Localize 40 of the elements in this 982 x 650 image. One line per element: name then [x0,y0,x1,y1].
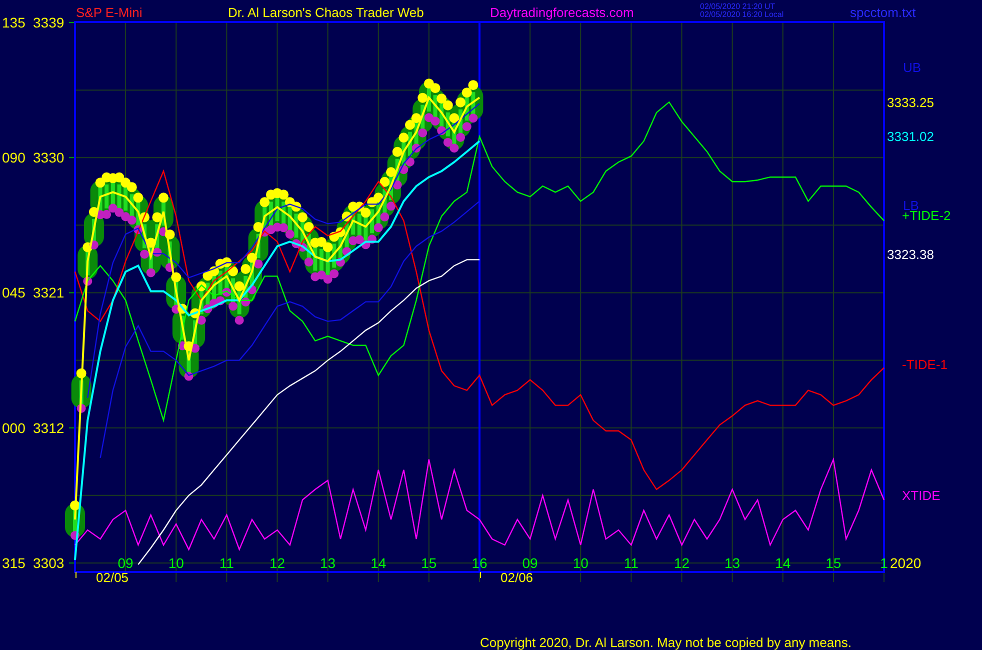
axis-label: 13 [320,555,336,571]
axis-label: 09 [118,555,134,571]
hour-label: 12 [674,555,690,571]
axis-label: 10 [168,555,184,571]
axis-label: 3339 [33,14,64,30]
legend-label: 3333.25 [887,95,934,110]
site-title: Dr. Al Larson's Chaos Trader Web [228,5,424,20]
file-name: spcctom.txt [850,5,916,20]
legend-label: -TIDE-1 [902,357,948,372]
hour-label: 10 [572,555,588,571]
legend-label: 3323.38 [887,247,934,262]
axis-label: 3312 [33,420,64,436]
angle-label: 090 [2,150,26,166]
hour-label: 13 [724,555,740,571]
instrument-name: S&P E-Mini [76,5,142,20]
axis-label: 3321 [33,284,64,301]
legend-label: XTIDE [902,488,940,503]
angle-label: 000 [2,420,26,436]
site-url: Daytradingforecasts.com [490,5,634,20]
angle-label: 135 [2,14,26,30]
angle-label: 045 [2,284,26,301]
angle-label: 315 [2,555,26,571]
hour-label: 15 [826,555,842,571]
axis-label: 3303 [33,555,64,571]
date-label: 02/06 [500,570,534,585]
copyright-text: Copyright 2020, Dr. Al Larson. May not be copied by any means. [480,635,852,650]
axis-label: 15 [421,555,437,571]
legend-label: UB [903,60,922,75]
legend-label: 3331.02 [887,129,934,144]
hour-label: 09 [522,555,538,571]
year-label: 2020 [890,555,922,571]
axis-label: 14 [370,555,386,571]
timestamp: 02/05/2020 16:20 Local [700,10,784,19]
axis-label: 3330 [33,150,64,166]
date-label: 02/05 [96,570,129,585]
axis-label: 11 [219,555,234,571]
hour-label: 14 [775,555,791,571]
hour-label: 11 [624,555,638,571]
timestamp: 02/05/2020 21:20 UT [700,2,776,11]
axis-label: 12 [269,555,286,571]
